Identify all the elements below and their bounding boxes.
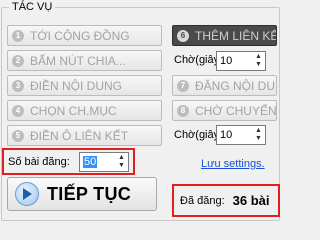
down-arrow-icon[interactable]: ▼ (118, 162, 125, 170)
step-8-button[interactable]: 8 CHỜ CHUYỂN (172, 100, 277, 121)
button-label: CHỜ CHUYỂN (195, 103, 277, 118)
group-title: TÁC VỤ (9, 1, 56, 14)
button-label: THÊM LIÊN KẾT (195, 28, 277, 43)
continue-label: TIẾP TỤC (47, 183, 132, 204)
button-label: ĐĂNG NỘI DUNG (195, 78, 276, 93)
button-label: ĐIỀN NỘI DUNG (30, 78, 123, 93)
step-1-button[interactable]: 1 TỚI CỘNG ĐỒNG (7, 25, 162, 46)
spin-arrows[interactable]: ▲ ▼ (254, 127, 263, 143)
step-number-icon: 1 (12, 29, 24, 42)
step-number-icon: 8 (177, 104, 189, 117)
up-arrow-icon[interactable]: ▲ (118, 154, 125, 162)
post-count-stepper[interactable]: 50 ▲ ▼ (79, 152, 129, 172)
step-number-icon: 4 (12, 104, 24, 117)
step-2-button[interactable]: 2 BẤM NÚT CHIA... (7, 50, 162, 71)
up-arrow-icon[interactable]: ▲ (255, 127, 262, 135)
step-6-button[interactable]: 6 THÊM LIÊN KẾT (172, 25, 277, 46)
button-label: ĐIỀN Ô LIÊN KẾT (30, 128, 129, 143)
down-arrow-icon[interactable]: ▼ (255, 135, 262, 143)
button-label: CHỌN CH.MỤC (30, 103, 117, 118)
play-icon (15, 182, 39, 206)
posted-label: Đã đăng: (180, 194, 225, 207)
spin-arrows[interactable]: ▲ ▼ (254, 53, 263, 69)
posted-status: Đã đăng: 36 bài (172, 184, 280, 217)
up-arrow-icon[interactable]: ▲ (255, 53, 262, 61)
wait1-value: 10 (220, 55, 233, 67)
post-count-label: Số bài đăng: (8, 156, 70, 168)
step-5-button[interactable]: 5 ĐIỀN Ô LIÊN KẾT (7, 125, 162, 146)
step-3-button[interactable]: 3 ĐIỀN NỘI DUNG (7, 75, 162, 96)
button-label: BẤM NÚT CHIA... (30, 53, 126, 68)
button-label: TỚI CỘNG ĐỒNG (30, 28, 130, 43)
wait1-stepper[interactable]: 10 ▲ ▼ (216, 51, 266, 71)
step-number-icon: 7 (177, 79, 189, 92)
step-number-icon: 5 (12, 129, 24, 142)
step-number-icon: 6 (177, 29, 189, 42)
posted-value: 36 bài (232, 193, 270, 208)
step-number-icon: 2 (12, 54, 24, 67)
continue-button[interactable]: TIẾP TỤC (7, 177, 157, 211)
step-7-button[interactable]: 7 ĐĂNG NỘI DUNG (172, 75, 277, 96)
step-4-button[interactable]: 4 CHỌN CH.MỤC (7, 100, 162, 121)
step-number-icon: 3 (12, 79, 24, 92)
save-settings-link[interactable]: Lưu settings. (201, 158, 265, 170)
spin-arrows[interactable]: ▲ ▼ (117, 154, 126, 170)
wait2-stepper[interactable]: 10 ▲ ▼ (216, 125, 266, 145)
down-arrow-icon[interactable]: ▼ (255, 61, 262, 69)
post-count-value: 50 (83, 156, 98, 168)
wait2-value: 10 (220, 129, 233, 141)
